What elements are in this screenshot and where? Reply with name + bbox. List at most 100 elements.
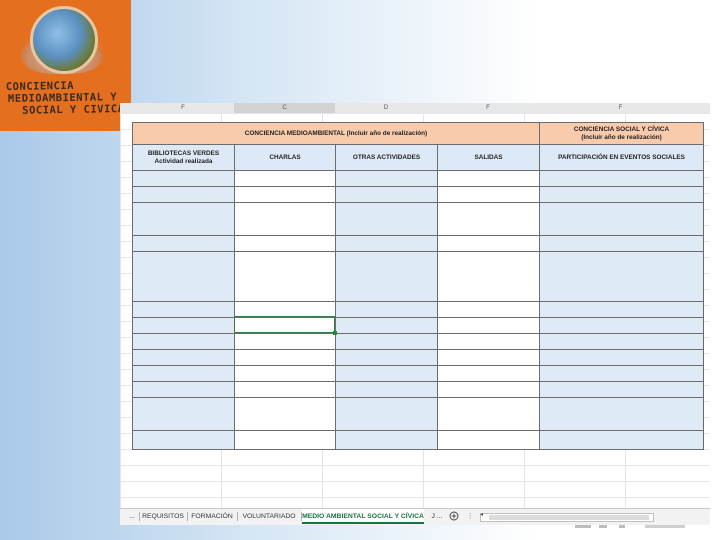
header-bibliotecas-verdes[interactable]: BIBLIOTECAS VERDES Actividad realizada	[133, 145, 235, 171]
column-letter[interactable]: F	[132, 103, 234, 113]
column-letter[interactable]: C	[234, 103, 335, 113]
table-cell[interactable]	[540, 318, 703, 334]
table-cell[interactable]	[336, 350, 438, 366]
table-cell[interactable]	[540, 236, 703, 252]
table-cell[interactable]	[336, 302, 438, 318]
table-cell[interactable]	[540, 203, 703, 236]
table-cell[interactable]	[540, 382, 703, 398]
tab-medio-ambiental[interactable]: MEDIO AMBIENTAL SOCIAL Y CÍVICA	[302, 509, 424, 524]
table-cell[interactable]	[336, 431, 438, 449]
header-salidas-label: SALIDAS	[474, 153, 503, 161]
header-conciencia-social-line2: (Incluir año de realización)	[581, 133, 662, 141]
tab-voluntariado[interactable]: VOLUNTARIADO	[240, 509, 298, 524]
table-cell[interactable]	[336, 252, 438, 302]
header-conciencia-social[interactable]: CONCIENCIA SOCIAL Y CÍVICA (Incluir año …	[540, 123, 703, 145]
table-cell[interactable]	[540, 431, 703, 449]
table-cell[interactable]	[336, 398, 438, 431]
tabs-prev-button[interactable]: ...	[126, 509, 138, 524]
plus-circle-icon[interactable]	[448, 509, 460, 524]
scroll-left-icon[interactable]: ◂	[480, 511, 483, 518]
table-cell[interactable]	[438, 382, 540, 398]
table-cell[interactable]	[540, 252, 703, 302]
table-cell[interactable]	[438, 203, 540, 236]
header-charlas-label: CHARLAS	[269, 153, 301, 161]
table-cell[interactable]	[540, 334, 703, 350]
table-cell[interactable]	[133, 382, 235, 398]
table-cell[interactable]	[438, 318, 540, 334]
table-cell[interactable]	[133, 350, 235, 366]
table-cell[interactable]	[540, 366, 703, 382]
table-cell[interactable]	[133, 187, 235, 203]
table-cell[interactable]	[438, 236, 540, 252]
column-letter[interactable]: F	[437, 103, 539, 113]
logo-line-3: SOCIAL Y CIVICA	[22, 102, 125, 117]
table-cell[interactable]	[235, 366, 336, 382]
table-cell[interactable]	[438, 350, 540, 366]
activity-table: CONCIENCIA MEDIOAMBIENTAL (Incluir año d…	[132, 122, 704, 450]
table-cell[interactable]	[438, 398, 540, 431]
table-cell[interactable]	[336, 334, 438, 350]
table-cell[interactable]	[133, 334, 235, 350]
scrollbar-thumb[interactable]	[489, 515, 649, 520]
header-participacion[interactable]: PARTICIPACIÓN EN EVENTOS SOCIALES	[540, 145, 703, 171]
table-cell[interactable]	[235, 382, 336, 398]
table-cell[interactable]	[438, 171, 540, 187]
header-salidas[interactable]: SALIDAS	[438, 145, 540, 171]
table-cell[interactable]	[235, 236, 336, 252]
table-cell[interactable]	[133, 252, 235, 302]
view-pagebreak-icon[interactable]	[619, 525, 625, 528]
table-cell[interactable]	[235, 171, 336, 187]
globe-illustration	[30, 6, 98, 74]
table-cell[interactable]	[235, 252, 336, 302]
table-cell[interactable]	[540, 171, 703, 187]
table-cell[interactable]	[336, 382, 438, 398]
table-cell[interactable]	[133, 318, 235, 334]
table-cell[interactable]	[336, 236, 438, 252]
tab-requisitos[interactable]: REQUISITOS	[142, 509, 184, 524]
table-cell[interactable]	[540, 187, 703, 203]
table-cell[interactable]	[336, 366, 438, 382]
table-cell[interactable]	[235, 334, 336, 350]
column-letter[interactable]: D	[335, 103, 437, 113]
horizontal-scrollbar[interactable]: ◂	[480, 511, 654, 522]
table-cell[interactable]	[133, 236, 235, 252]
table-cell[interactable]	[235, 431, 336, 449]
status-bar	[455, 524, 710, 530]
table-cell[interactable]	[336, 171, 438, 187]
table-cell[interactable]	[235, 203, 336, 236]
table-cell[interactable]	[540, 302, 703, 318]
zoom-slider[interactable]	[645, 525, 685, 528]
spreadsheet-window: F C D F F CONCIENCIA MEDIOAMBIENTAL (Inc…	[120, 103, 710, 525]
table-cell[interactable]	[336, 187, 438, 203]
table-cell[interactable]	[540, 350, 703, 366]
table-cell[interactable]	[438, 252, 540, 302]
table-cell[interactable]	[235, 350, 336, 366]
table-cell[interactable]	[235, 187, 336, 203]
view-normal-icon[interactable]	[575, 525, 591, 528]
project-logo: CONCIENCIA MEDIOAMBIENTAL Y SOCIAL Y CIV…	[0, 0, 131, 131]
selected-cell-cursor[interactable]	[234, 316, 337, 335]
table-cell[interactable]	[438, 187, 540, 203]
column-letter[interactable]: F	[539, 103, 702, 113]
table-cell[interactable]	[133, 171, 235, 187]
tab-formacion[interactable]: FORMACIÓN	[190, 509, 234, 524]
table-cell[interactable]	[540, 398, 703, 431]
table-cell[interactable]	[336, 318, 438, 334]
table-cell[interactable]	[133, 366, 235, 382]
table-cell[interactable]	[336, 203, 438, 236]
table-cell[interactable]	[133, 302, 235, 318]
table-cell[interactable]	[438, 431, 540, 449]
table-cell[interactable]	[438, 302, 540, 318]
table-cell[interactable]	[133, 203, 235, 236]
table-cell[interactable]	[438, 366, 540, 382]
menu-dots-icon[interactable]: ⋮	[466, 509, 474, 524]
table-cell[interactable]	[133, 431, 235, 449]
table-cell[interactable]	[438, 334, 540, 350]
header-conciencia-medioambiental[interactable]: CONCIENCIA MEDIOAMBIENTAL (Incluir año d…	[133, 123, 540, 145]
header-charlas[interactable]: CHARLAS	[235, 145, 336, 171]
view-layout-icon[interactable]	[599, 525, 607, 528]
table-cell[interactable]	[133, 398, 235, 431]
header-otras-actividades[interactable]: OTRAS ACTIVIDADES	[336, 145, 438, 171]
tabs-next-button[interactable]: J ...	[427, 509, 447, 524]
table-cell[interactable]	[235, 398, 336, 431]
